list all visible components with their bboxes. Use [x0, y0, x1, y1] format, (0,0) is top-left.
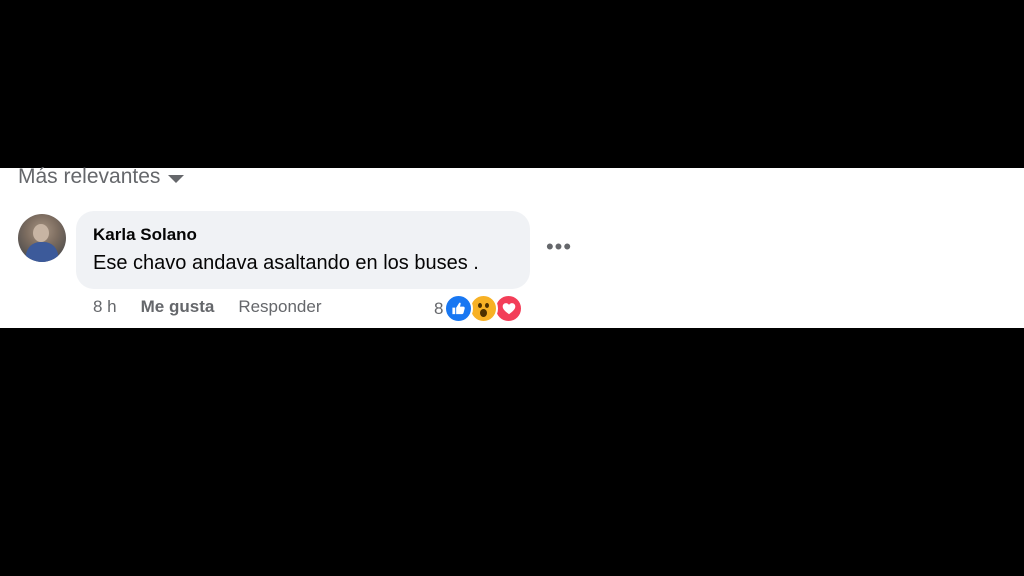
comment-text: Ese chavo andava asaltando en los buses … [93, 252, 479, 274]
caret-down-icon [168, 174, 185, 183]
comment-actions: 8 h Me gusta Responder [93, 297, 346, 317]
comment-time[interactable]: 8 h [93, 297, 117, 317]
more-options-button[interactable]: ••• [546, 234, 572, 260]
reaction-count: 8 [434, 298, 444, 318]
comment-bubble: Karla Solano Ese chavo andava asaltando … [76, 211, 530, 289]
reaction-summary[interactable]: 8 [434, 294, 524, 323]
like-button[interactable]: Me gusta [141, 297, 215, 317]
comments-panel: Más relevantes Karla Solano Ese chavo an… [0, 165, 1024, 328]
comment-author[interactable]: Karla Solano [93, 225, 197, 245]
avatar[interactable] [18, 214, 66, 262]
sort-label: Más relevantes [18, 165, 161, 188]
love-icon [494, 294, 524, 323]
sort-dropdown[interactable]: Más relevantes [18, 165, 185, 189]
wow-icon [469, 294, 499, 323]
like-icon [444, 294, 474, 323]
reply-button[interactable]: Responder [238, 297, 321, 317]
